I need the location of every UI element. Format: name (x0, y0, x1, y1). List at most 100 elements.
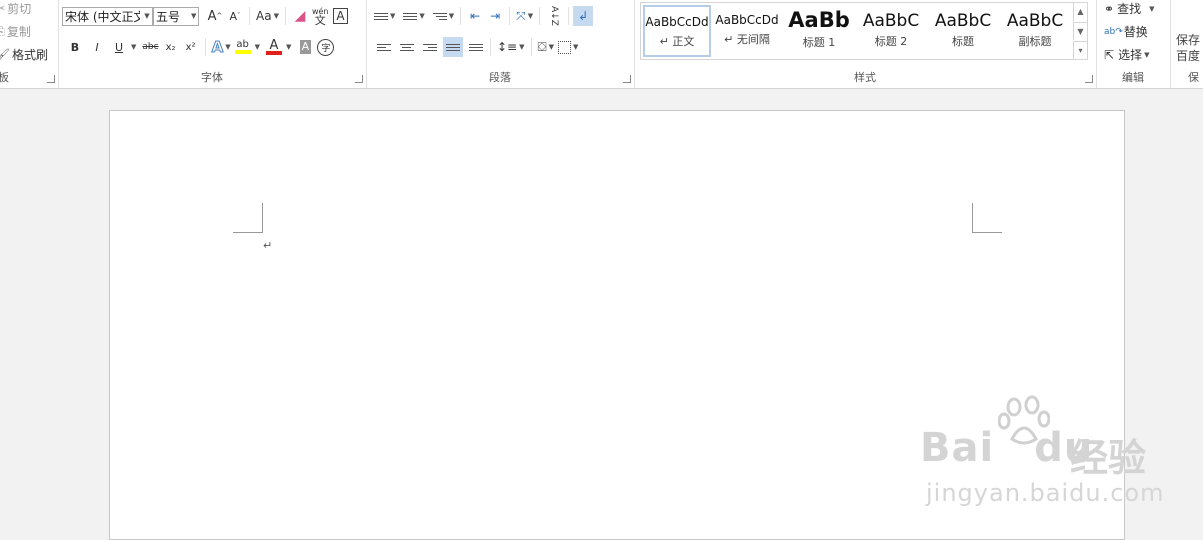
style-heading-2[interactable]: AaBbC 标题 2 (857, 5, 925, 57)
justify-button[interactable] (443, 37, 463, 57)
change-case-button[interactable]: Aa ▼ (254, 6, 281, 26)
find-button[interactable]: ⚭ 查找 ▼ (1104, 0, 1154, 17)
grow-font-button[interactable]: A ^ (205, 6, 225, 26)
decrease-indent-icon: ⇤ (470, 9, 481, 23)
underline-button[interactable]: U (109, 37, 129, 57)
sort-button[interactable]: A↓Z (544, 6, 564, 26)
strikethrough-button[interactable]: abc (140, 37, 160, 57)
increase-indent-button[interactable]: ⇥ (485, 6, 505, 26)
enclose-char-button[interactable]: 字 (315, 37, 336, 57)
decrease-indent-button[interactable]: ⇤ (465, 6, 485, 26)
align-right-button[interactable] (420, 37, 440, 57)
select-button[interactable]: ⇱ 选择 ▼ (1104, 46, 1149, 63)
char-shading-icon: A (299, 40, 312, 54)
line-spacing-button[interactable]: ↕≡ ▼ (495, 37, 527, 57)
shading-button[interactable]: ⛋ ▼ (536, 37, 557, 57)
gallery-more-icon[interactable]: ▾ (1073, 41, 1087, 59)
font-color-icon: A (269, 37, 279, 53)
chevron-down-icon[interactable]: ▼ (255, 43, 260, 51)
clipboard-launcher-icon[interactable] (47, 75, 55, 83)
bold-button[interactable]: B (65, 37, 85, 57)
style-sample: AaBb (788, 8, 850, 32)
char-shading-button[interactable]: A (295, 37, 315, 57)
numbering-button[interactable]: ▼ (401, 6, 426, 26)
font-color-swatch (265, 50, 282, 55)
style-name: ↵ 正文 (659, 35, 695, 48)
font-size-input[interactable] (154, 9, 190, 23)
chevron-down-icon[interactable]: ▼ (1149, 5, 1154, 13)
increase-indent-icon: ⇥ (490, 9, 501, 23)
chevron-up-icon[interactable]: ▲ (1073, 3, 1087, 21)
divider (204, 38, 206, 56)
text-effect-icon: A (211, 38, 224, 57)
bullets-button[interactable]: ▼ (372, 6, 397, 26)
paragraph-group-label: 段落 (489, 71, 511, 84)
font-size-combo[interactable]: ▼ (153, 6, 199, 26)
paragraph-mark: ↵ (263, 239, 273, 252)
shrink-font-button[interactable]: Aˇ (225, 6, 245, 26)
replace-label: 替换 (1123, 25, 1148, 39)
save-label-line1: 保存 (1176, 33, 1201, 47)
eraser-icon: ◢ (294, 8, 306, 24)
numbering-icon (403, 11, 418, 22)
align-left-button[interactable] (374, 37, 394, 57)
divider (490, 38, 491, 56)
style-sample: AaBbCcDd (715, 13, 779, 27)
font-name-combo[interactable]: ▼ (62, 6, 153, 26)
highlight-button[interactable]: ab (233, 37, 253, 57)
chevron-down-icon[interactable]: ▼ (142, 12, 152, 20)
chinese-layout-button[interactable]: ⤧ ▼ (514, 6, 535, 26)
style-name: ↵ 无间隔 (724, 33, 770, 46)
align-center-button[interactable] (397, 37, 417, 57)
text-effect-button[interactable]: A ▼ (210, 37, 233, 57)
style-heading-1[interactable]: AaBb 标题 1 (785, 5, 853, 57)
paragraph-mark-icon: ↲ (578, 9, 589, 23)
chevron-down-icon[interactable]: ▼ (1144, 51, 1149, 59)
cut-label: 剪切 (7, 2, 32, 16)
borders-icon (558, 40, 572, 54)
cursor-icon: ⇱ (1104, 47, 1115, 62)
chevron-down-icon[interactable]: ▼ (189, 12, 198, 20)
chevron-down-icon[interactable]: ▼ (131, 43, 136, 51)
style-no-spacing[interactable]: AaBbCcDd ↵ 无间隔 (713, 5, 781, 57)
shrink-font-icon: A (229, 9, 238, 23)
superscript-button[interactable]: x² (181, 37, 201, 57)
cut-button[interactable]: ✂ 剪切 (0, 0, 31, 17)
format-painter-label: 格式刷 (11, 48, 48, 62)
multilevel-list-button[interactable]: ▼ (431, 6, 456, 26)
distributed-icon (469, 42, 483, 53)
phonetic-char: 文 (314, 14, 326, 27)
char-border-button[interactable]: A (331, 6, 351, 26)
distributed-button[interactable] (466, 37, 486, 57)
borders-button[interactable]: ▼ (556, 37, 580, 57)
style-normal[interactable]: AaBbCcDd ↵ 正文 (643, 5, 711, 57)
chevron-down-icon[interactable]: ▼ (1073, 22, 1087, 40)
style-sample: AaBbC (934, 11, 992, 31)
style-subtitle[interactable]: AaBbC 副标题 (1001, 5, 1069, 57)
paragraph-launcher-icon[interactable] (623, 75, 631, 83)
chevron-down-icon[interactable]: ▼ (286, 43, 291, 51)
margin-corner-top-right (972, 203, 1002, 233)
style-title[interactable]: AaBbC 标题 (929, 5, 997, 57)
font-name-input[interactable] (63, 9, 142, 23)
copy-button[interactable]: ⎘ 复制 (0, 23, 31, 40)
copy-label: 复制 (6, 25, 31, 39)
save-to-baidu-button[interactable]: 保存 百度 (1176, 32, 1203, 64)
font-group-label: 字体 (201, 71, 223, 84)
editing-group-label: 编辑 (1122, 71, 1144, 84)
align-right-icon (423, 42, 437, 53)
font-launcher-icon[interactable] (355, 75, 363, 83)
style-sample: AaBbCcDd (645, 15, 709, 29)
italic-button[interactable]: I (87, 37, 107, 57)
font-color-button[interactable]: A (264, 37, 284, 57)
replace-button[interactable]: ab↷ 替换 (1104, 23, 1148, 40)
subscript-button[interactable]: x₂ (161, 37, 181, 57)
styles-launcher-icon[interactable] (1085, 75, 1093, 83)
format-painter-button[interactable]: 🖌 格式刷 (0, 46, 48, 63)
clear-format-button[interactable]: ◢ (290, 6, 310, 26)
save-group-label: 保 (1188, 71, 1199, 84)
divider (568, 7, 570, 25)
phonetic-guide-button[interactable]: wén 文 (310, 6, 331, 26)
show-marks-button[interactable]: ↲ (573, 6, 594, 26)
enclose-char-icon: 字 (317, 38, 335, 56)
